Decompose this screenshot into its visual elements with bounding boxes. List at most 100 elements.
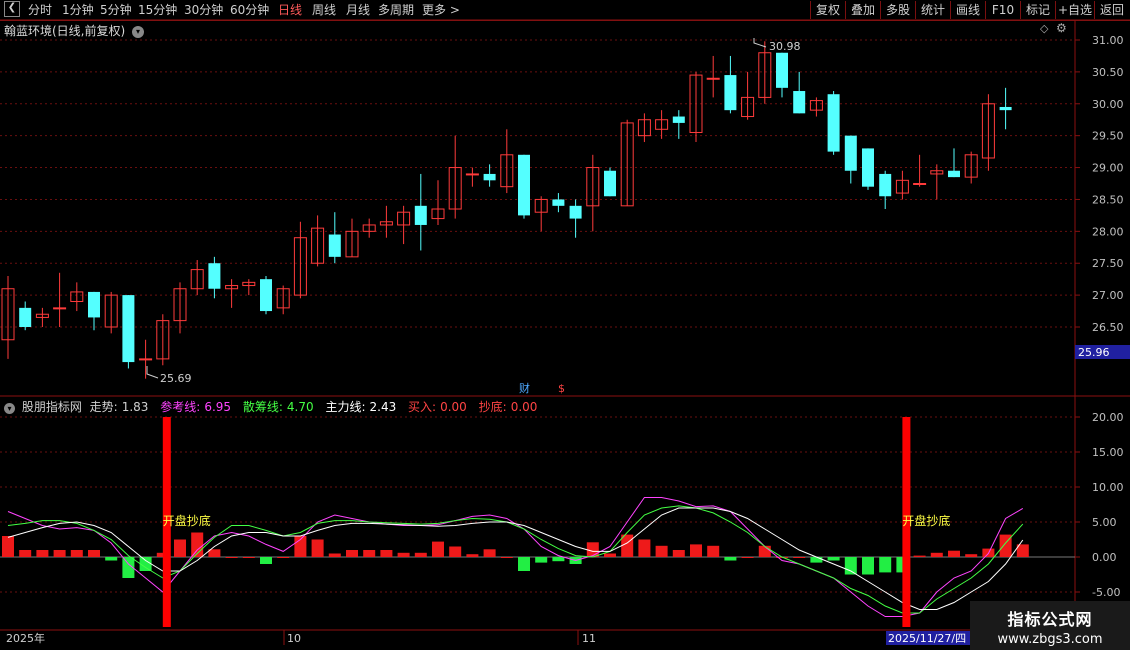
watermark-title: 指标公式网 — [1007, 610, 1093, 629]
period-tab-weekly[interactable]: 周线 — [312, 2, 336, 18]
period-tab-15min[interactable]: 15分钟 — [138, 2, 177, 18]
candle-body — [879, 173, 892, 197]
indicator-item-reference: 参考线: 6.95 — [160, 400, 232, 414]
indicator-histogram-bar — [346, 550, 358, 557]
indicator-histogram-bar — [70, 550, 83, 557]
candle-body — [208, 263, 221, 289]
dropdown-circle-icon[interactable]: ▾ — [132, 25, 145, 38]
candle-body — [689, 74, 703, 133]
indicator-tick-label: -5.00 — [1092, 586, 1120, 599]
period-tab-more[interactable]: 更多 > — [422, 2, 460, 18]
candle-body — [190, 269, 204, 290]
fuquan-button[interactable]: 复权 — [810, 1, 845, 19]
xaxis-label-year: 2025年 — [6, 631, 45, 645]
indicator-histogram-bar — [621, 534, 634, 557]
draw-line-button[interactable]: 画线 — [950, 1, 985, 19]
dollar-marker[interactable]: $ — [558, 382, 565, 395]
candle-body — [776, 52, 788, 88]
indicator-histogram-bar — [586, 542, 599, 557]
cursor-date-label: 2025/11/27/四 — [888, 632, 966, 645]
candle-body — [604, 170, 616, 197]
price-tick-label: 29.50 — [1092, 130, 1124, 143]
signal-label: 开盘抄底 — [902, 513, 950, 528]
indicator-histogram-bar — [191, 532, 204, 557]
period-tab-1min[interactable]: 1分钟 — [62, 2, 94, 18]
candle-body — [724, 75, 737, 111]
indicator-histogram-bar — [174, 539, 186, 557]
indicator-histogram-bar — [242, 557, 255, 558]
indicator-histogram-bar — [965, 554, 978, 557]
period-tab-daily[interactable]: 日线 — [278, 2, 302, 18]
price-tick-label: 27.50 — [1092, 257, 1124, 270]
stock-title[interactable]: 翰蓝环境(日线,前复权) ▾ — [4, 22, 145, 39]
candle-body — [345, 230, 359, 258]
signal-bar — [162, 417, 171, 627]
indicator-histogram-bar — [552, 557, 565, 562]
indicator-tick-label: 0.00 — [1092, 551, 1117, 564]
indicator-title-bar: ▾ 股朋指标网 走势: 1.83 参考线: 6.95 散筹线: 4.70 主力线: 2.… — [4, 398, 545, 414]
candle-body — [311, 227, 325, 264]
indicator-histogram-bar — [896, 557, 909, 573]
indicator-histogram-bar — [260, 557, 272, 564]
statistics-button[interactable]: 统计 — [915, 1, 950, 19]
indicator-histogram-bar — [36, 550, 49, 557]
indicator-histogram-bar — [569, 557, 582, 564]
indicator-histogram-bar — [208, 549, 221, 557]
period-tab-multi[interactable]: 多周期 — [378, 2, 414, 18]
return-button[interactable]: 返回 — [1094, 1, 1129, 19]
period-tab-5min[interactable]: 5分钟 — [100, 2, 132, 18]
kline-chart[interactable]: 开盘抄底 开盘抄底 31.00 30.50 30.00 29.50 29.00 28.50 2… — [0, 0, 1130, 650]
candle-body — [586, 167, 600, 207]
price-tick-label: 31.00 — [1092, 34, 1124, 47]
indicator-histogram-bar — [88, 550, 100, 557]
candle-body — [964, 154, 978, 178]
indicator-histogram-bar — [156, 552, 169, 557]
indicator-histogram-bar — [948, 550, 960, 557]
period-tab-fenshi[interactable]: 分时 — [28, 2, 52, 18]
candle-body — [35, 313, 49, 318]
candle-body — [1, 288, 15, 341]
period-tab-60min[interactable]: 60分钟 — [230, 2, 269, 18]
multi-stock-button[interactable]: 多股 — [880, 1, 915, 19]
indicator-name[interactable]: 股朋指标网 — [22, 400, 82, 414]
diamond-icon[interactable]: ◇ — [1040, 22, 1048, 35]
indicator-histogram-bar — [500, 557, 513, 558]
low-price-label: 25.69 — [160, 372, 192, 385]
indicator-histogram-bar — [139, 557, 152, 571]
indicator-histogram-bar — [793, 557, 806, 558]
indicator-histogram-bar — [225, 557, 238, 558]
candle-body — [500, 154, 514, 188]
indicator-line — [7, 497, 1024, 617]
indicator-histogram-bar — [483, 549, 496, 557]
indicator-histogram-bar — [930, 552, 943, 557]
candle-body — [104, 294, 118, 328]
period-tab-30min[interactable]: 30分钟 — [184, 2, 223, 18]
candle-body — [655, 119, 669, 130]
indicator-histogram-bar — [414, 552, 427, 557]
add-watchlist-button[interactable]: +自选 — [1055, 1, 1094, 19]
candle-body — [173, 288, 187, 322]
candle-body — [465, 173, 479, 176]
indicator-histogram-bar — [328, 553, 341, 557]
indicator-histogram-bar — [913, 555, 926, 557]
candle-body — [156, 320, 170, 360]
back-arrow-icon[interactable]: ❮ — [4, 1, 20, 17]
indicator-line — [7, 507, 1024, 610]
indicator-dropdown-icon[interactable]: ▾ — [4, 403, 15, 414]
period-tab-monthly[interactable]: 月线 — [346, 2, 370, 18]
candle-body — [981, 103, 995, 159]
candle-body — [930, 170, 944, 175]
candle-body — [448, 167, 462, 210]
candle-body — [276, 288, 290, 309]
indicator-tick-label: 15.00 — [1092, 446, 1124, 459]
candle-body — [569, 205, 582, 219]
candle-body — [19, 307, 32, 327]
candle-body — [122, 295, 135, 363]
gear-icon[interactable]: ⚙ — [1056, 21, 1067, 35]
mark-button[interactable]: 标记 — [1020, 1, 1055, 19]
f10-button[interactable]: F10 — [985, 1, 1020, 19]
signal-label: 开盘抄底 — [163, 513, 211, 528]
candle-body — [862, 148, 874, 187]
finance-marker[interactable]: 财 — [519, 381, 530, 395]
overlay-button[interactable]: 叠加 — [845, 1, 880, 19]
